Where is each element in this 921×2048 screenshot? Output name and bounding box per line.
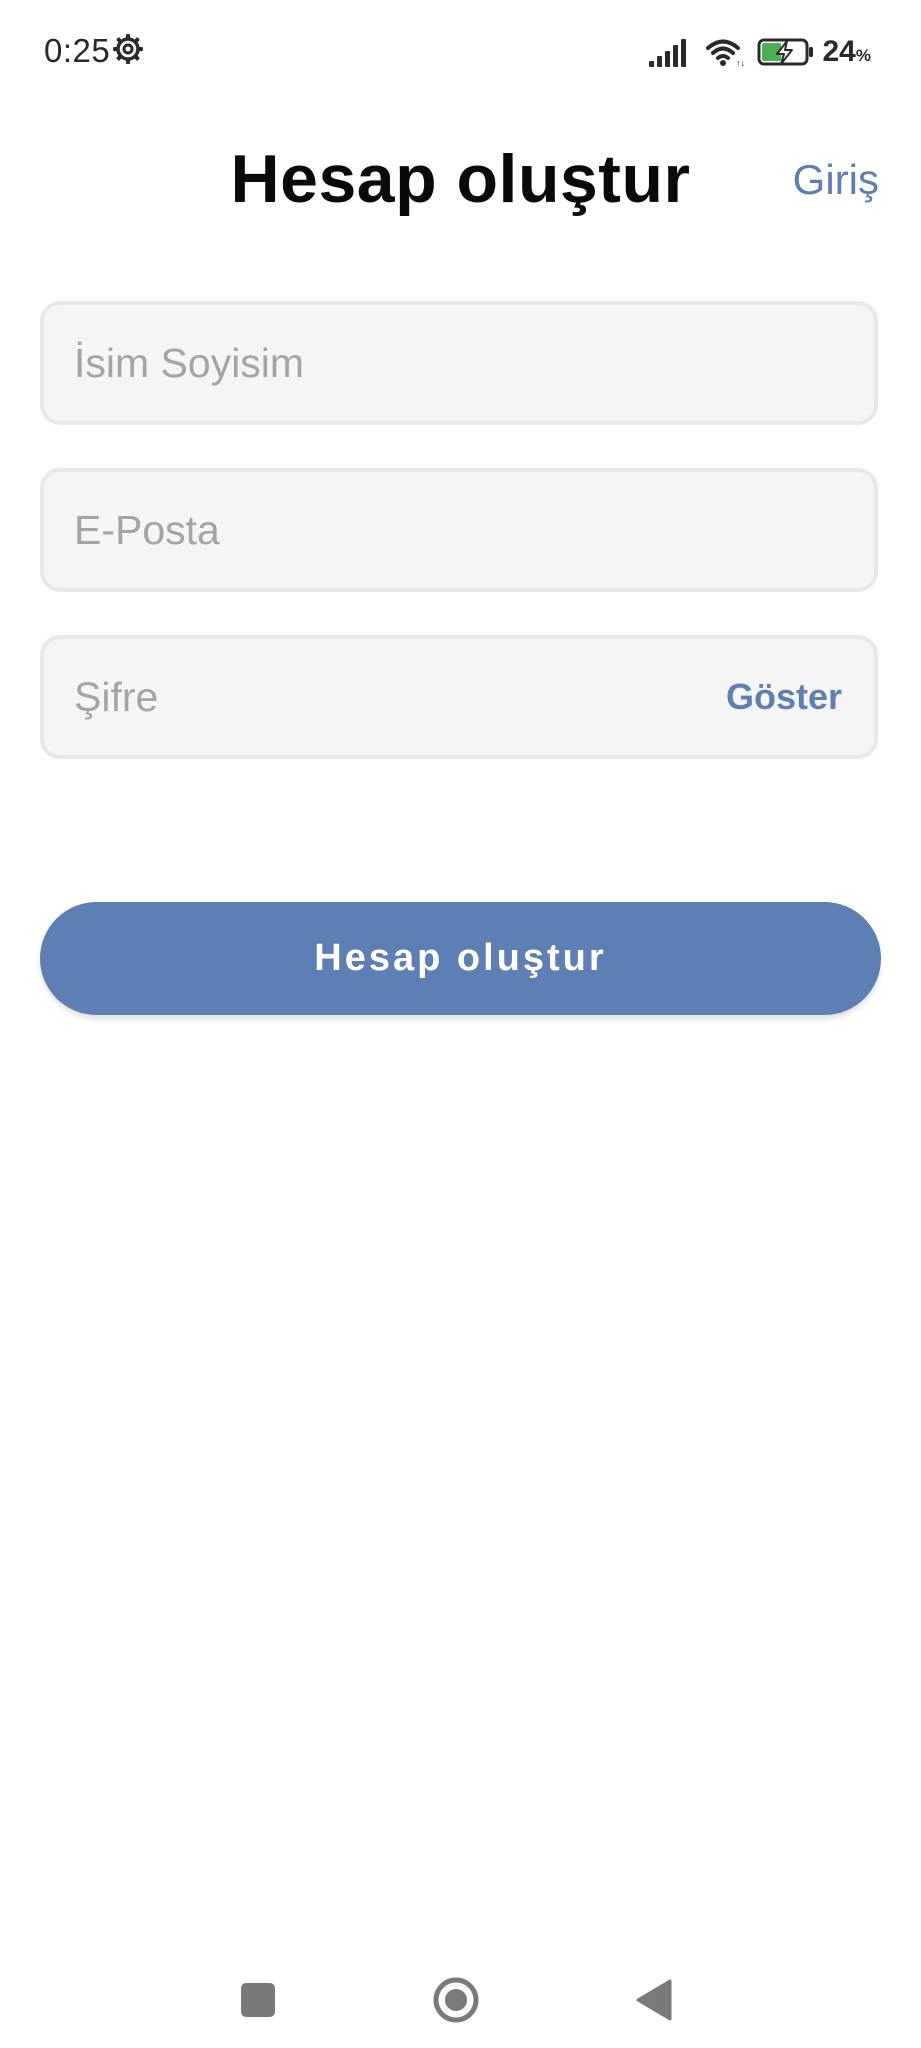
triangle-back-icon[interactable]: [624, 1970, 684, 2030]
battery-charging-icon: [757, 37, 815, 67]
header: Hesap oluştur Giriş: [0, 120, 921, 240]
show-password-toggle[interactable]: Göster: [726, 639, 842, 755]
gear-icon: [112, 33, 144, 65]
create-account-button[interactable]: Hesap oluştur: [40, 902, 881, 1015]
page-title: Hesap oluştur: [230, 141, 691, 217]
battery-percent-value: 24: [822, 35, 856, 68]
login-link[interactable]: Giriş: [793, 156, 879, 204]
navigation-bar: [0, 1950, 921, 2048]
name-field[interactable]: [40, 301, 878, 425]
wifi-icon: ↑↓: [705, 37, 745, 67]
cellular-signal-icon: [648, 37, 691, 67]
email-input[interactable]: [74, 472, 714, 588]
name-input[interactable]: [74, 305, 714, 421]
square-recents-icon[interactable]: [228, 1970, 288, 2030]
status-time: 0:25: [44, 32, 111, 69]
battery-percent-symbol: %: [855, 46, 871, 65]
battery-percent: 24%: [823, 35, 872, 69]
email-field[interactable]: [40, 468, 878, 592]
circle-home-icon[interactable]: [426, 1970, 486, 2030]
password-input[interactable]: [74, 639, 714, 755]
svg-text:↑↓: ↑↓: [736, 58, 745, 67]
status-indicators: ↑↓ 24%: [648, 34, 872, 70]
password-field[interactable]: Göster: [40, 635, 878, 759]
status-bar: 0:25 ↑↓ 24%: [0, 0, 921, 104]
